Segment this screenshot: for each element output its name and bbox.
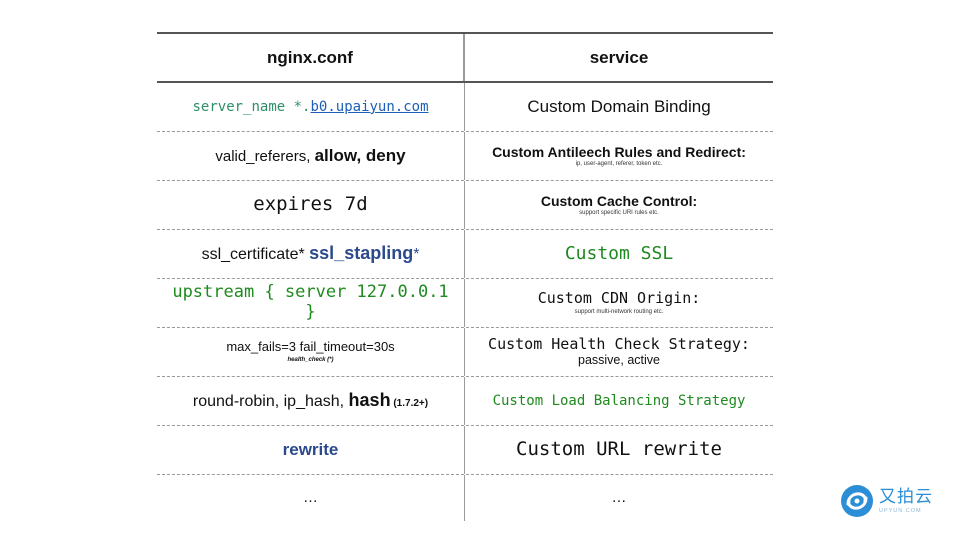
upyun-logo: 又拍云 UPYUN.COM bbox=[840, 484, 933, 518]
lb-methods-text: round-robin, ip_hash, bbox=[192, 393, 349, 411]
service-cell: Custom Antileech Rules and Redirect: ip,… bbox=[465, 132, 773, 180]
expires-directive: expires 7d bbox=[253, 193, 368, 216]
hash-version-note: (1.7.2+) bbox=[390, 398, 429, 410]
logo-chinese-name: 又拍云 bbox=[879, 487, 933, 506]
table-row: expires 7d Custom Cache Control: support… bbox=[157, 181, 773, 230]
rewrite-directive: rewrite bbox=[282, 440, 339, 460]
slide: nginx.conf service server_name *.b0.upai… bbox=[0, 0, 960, 540]
service-note: support multi-network routing etc. bbox=[574, 308, 664, 315]
service-label: Custom URL rewrite bbox=[516, 438, 722, 461]
service-cell: Custom Cache Control: support specific U… bbox=[465, 181, 773, 229]
table-header-row: nginx.conf service bbox=[157, 34, 773, 83]
referers-directive: valid_referers, allow, deny bbox=[215, 146, 405, 166]
service-cell: Custom SSL bbox=[465, 230, 773, 278]
service-note: ip, user-agent, referer, token etc. bbox=[575, 161, 663, 168]
server-name-directive: server_name *.b0.upaiyun.com bbox=[192, 99, 428, 115]
service-label: Custom SSL bbox=[564, 242, 674, 264]
logo-domain: UPYUN.COM bbox=[879, 508, 922, 514]
service-cell: Custom CDN Origin: support multi-network… bbox=[465, 279, 773, 327]
header-right-label: service bbox=[589, 47, 649, 67]
table-row: round-robin, ip_hash, hash (1.7.2+) Cust… bbox=[157, 377, 773, 426]
service-cell: Custom URL rewrite bbox=[465, 426, 773, 474]
upyun-logo-icon bbox=[841, 485, 873, 517]
domain-link[interactable]: b0.upaiyun.com bbox=[311, 99, 429, 115]
health-check-note: health_check (*) bbox=[287, 357, 334, 364]
service-label: Custom CDN Origin: bbox=[537, 289, 701, 308]
header-nginx-conf: nginx.conf bbox=[157, 34, 465, 81]
max-fails-directive: max_fails=3 fail_timeout=30s bbox=[226, 339, 395, 355]
table-row: ssl_certificate* ssl_stapling* Custom SS… bbox=[157, 230, 773, 279]
nginx-cell: round-robin, ip_hash, hash (1.7.2+) bbox=[157, 377, 465, 425]
load-balancing-directive: round-robin, ip_hash, hash (1.7.2+) bbox=[193, 390, 428, 411]
ssl-certificate-text: ssl_certificate* bbox=[201, 246, 310, 264]
nginx-cell: ssl_certificate* ssl_stapling* bbox=[157, 230, 465, 278]
nginx-cell: rewrite bbox=[157, 426, 465, 474]
upstream-directive-line1: upstream { server 127.0.0.1 bbox=[172, 282, 449, 303]
comparison-table: nginx.conf service server_name *.b0.upai… bbox=[157, 32, 773, 521]
upstream-directive-line2: } bbox=[305, 302, 316, 322]
service-label: Custom Load Balancing Strategy bbox=[492, 392, 746, 409]
table-row: … … bbox=[157, 475, 773, 521]
service-label: Custom Antileech Rules and Redirect: bbox=[492, 144, 746, 160]
service-cell: Custom Health Check Strategy: passive, a… bbox=[465, 328, 773, 376]
allow-deny-text: allow, deny bbox=[314, 146, 406, 166]
ssl-directive: ssl_certificate* ssl_stapling* bbox=[202, 243, 420, 264]
service-note: support specific URI rules etc. bbox=[579, 210, 659, 217]
ssl-stapling-text: ssl_stapling bbox=[309, 243, 414, 264]
service-label: Custom Domain Binding bbox=[527, 97, 711, 117]
service-cell: Custom Load Balancing Strategy bbox=[465, 377, 773, 425]
upyun-logo-text: 又拍云 UPYUN.COM bbox=[879, 488, 933, 514]
service-cell: … bbox=[465, 475, 773, 521]
nginx-cell: valid_referers, allow, deny bbox=[157, 132, 465, 180]
ellipsis-left: … bbox=[303, 489, 318, 507]
nginx-cell: max_fails=3 fail_timeout=30s health_chec… bbox=[157, 328, 465, 376]
nginx-cell: … bbox=[157, 475, 465, 521]
ssl-stapling-asterisk: * bbox=[413, 246, 420, 264]
server-name-prefix: server_name *. bbox=[192, 98, 311, 115]
table-row: valid_referers, allow, deny Custom Antil… bbox=[157, 132, 773, 181]
header-left-label: nginx.conf bbox=[267, 47, 353, 67]
hash-text: hash bbox=[348, 390, 391, 411]
table-row: rewrite Custom URL rewrite bbox=[157, 426, 773, 475]
nginx-cell: expires 7d bbox=[157, 181, 465, 229]
ellipsis-right: … bbox=[611, 489, 627, 507]
table-row: max_fails=3 fail_timeout=30s health_chec… bbox=[157, 328, 773, 377]
nginx-cell: upstream { server 127.0.0.1 } bbox=[157, 279, 465, 327]
service-cell: Custom Domain Binding bbox=[465, 83, 773, 131]
nginx-cell: server_name *.b0.upaiyun.com bbox=[157, 83, 465, 131]
table-row: upstream { server 127.0.0.1 } Custom CDN… bbox=[157, 279, 773, 328]
service-sub: passive, active bbox=[578, 353, 660, 368]
header-service: service bbox=[465, 34, 773, 81]
table-row: server_name *.b0.upaiyun.com Custom Doma… bbox=[157, 83, 773, 132]
service-label: Custom Health Check Strategy: bbox=[488, 335, 750, 354]
referers-text: valid_referers, bbox=[215, 148, 315, 166]
service-label: Custom Cache Control: bbox=[540, 193, 698, 209]
